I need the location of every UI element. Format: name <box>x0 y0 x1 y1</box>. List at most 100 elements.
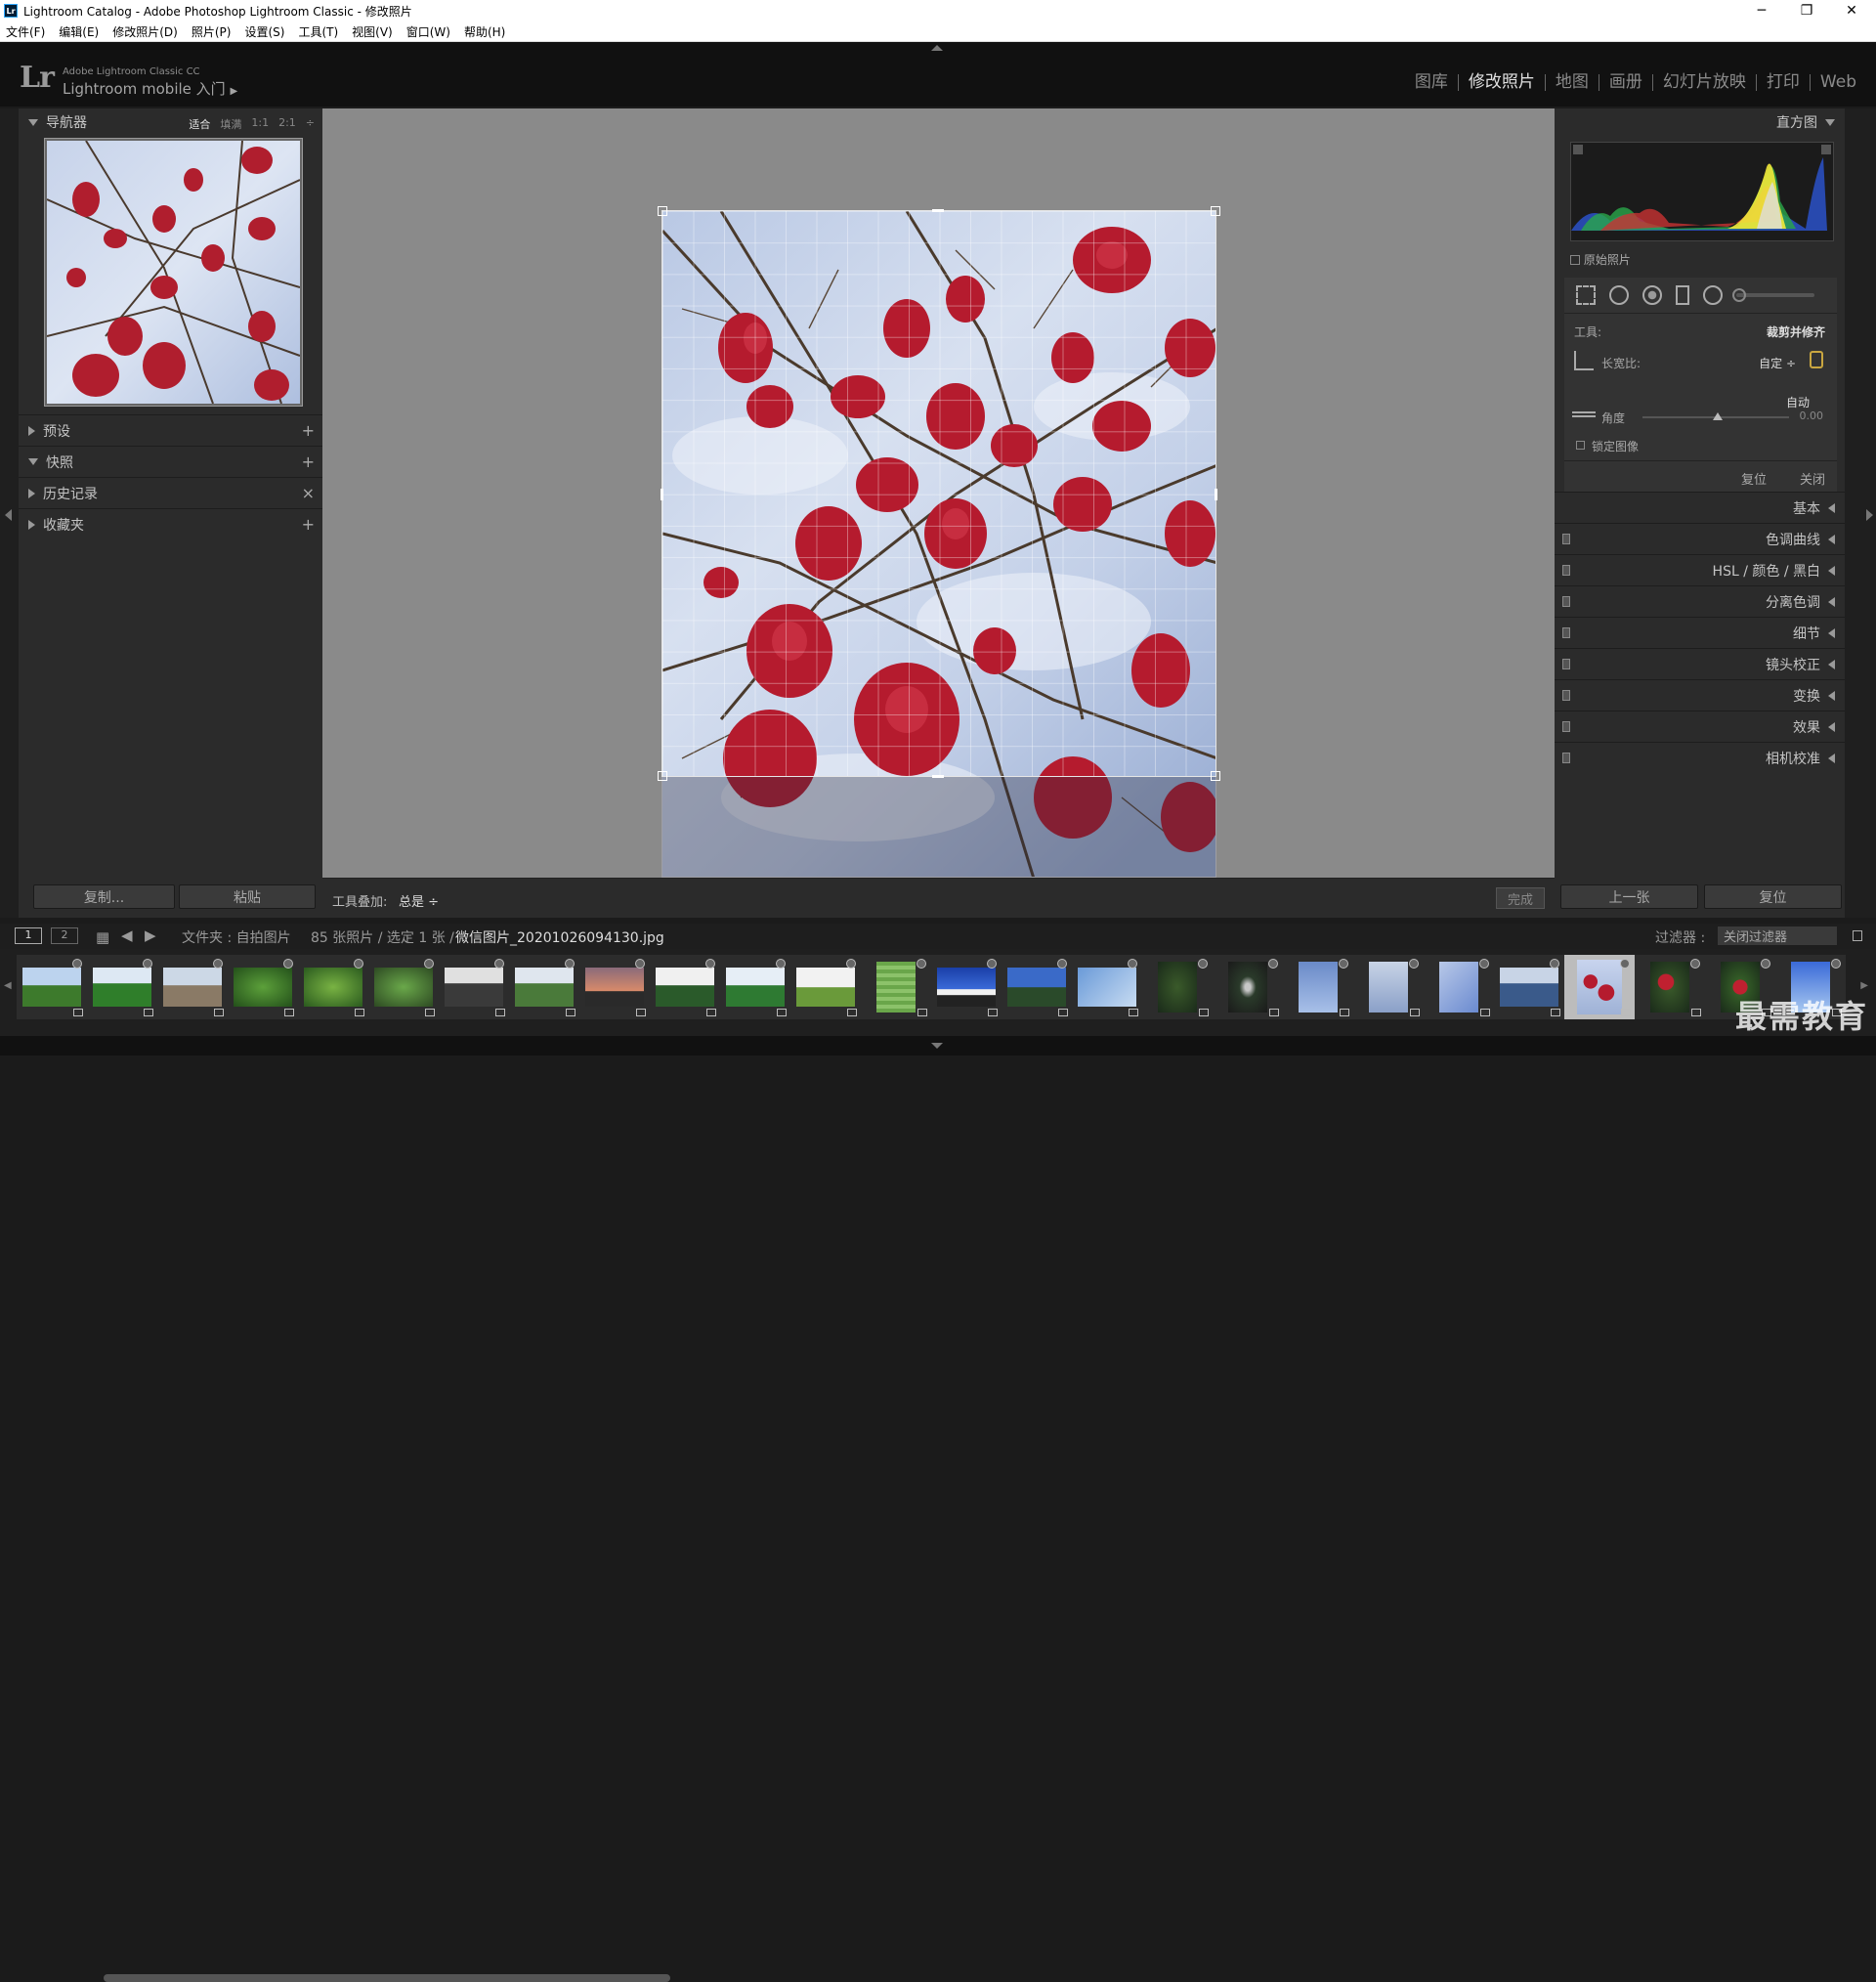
menu-file[interactable]: 文件(F) <box>6 23 45 40</box>
aspect-select[interactable]: 自定 ÷ <box>1759 355 1796 371</box>
close-window-button[interactable]: ✕ <box>1829 0 1874 22</box>
filmstrip-thumbnail[interactable] <box>1494 955 1564 1019</box>
angle-slider[interactable] <box>1642 412 1789 420</box>
camera-calibration-section[interactable]: 相机校准 <box>1555 742 1845 773</box>
module-print[interactable]: 打印 <box>1757 74 1811 91</box>
filmstrip-thumbnail[interactable] <box>439 955 509 1019</box>
menu-develop[interactable]: 修改照片(D) <box>112 23 178 40</box>
auto-button[interactable]: 自动 <box>1786 394 1810 410</box>
tool-overlay-select[interactable]: 总是 ÷ <box>399 891 439 910</box>
module-web[interactable]: Web <box>1811 74 1866 91</box>
add-snapshot-icon[interactable]: + <box>302 452 315 471</box>
panel-toggle-switch[interactable] <box>1562 659 1570 669</box>
back-arrow-icon[interactable]: ◀ <box>121 926 133 944</box>
filmstrip-thumbnail[interactable] <box>1072 955 1142 1019</box>
menu-view[interactable]: 视图(V) <box>352 23 393 40</box>
spot-removal-tool-icon[interactable] <box>1609 285 1629 305</box>
zoom-fit[interactable]: 适合 <box>189 116 210 132</box>
module-library[interactable]: 图库 <box>1405 74 1459 91</box>
history-section[interactable]: 历史记录 × <box>19 477 322 508</box>
filmstrip-thumbnail[interactable] <box>650 955 720 1019</box>
tone-curve-section[interactable]: 色调曲线 <box>1555 523 1845 554</box>
crop-reset-button[interactable]: 复位 <box>1741 469 1767 488</box>
filmstrip-left-arrow[interactable]: ◀ <box>4 980 12 991</box>
graduated-filter-tool-icon[interactable] <box>1676 285 1689 305</box>
menu-edit[interactable]: 编辑(E) <box>59 23 99 40</box>
filmstrip-scrollbar[interactable] <box>104 1974 670 1982</box>
crop-handle-left[interactable] <box>661 489 663 500</box>
zoom-fill[interactable]: 填满 <box>220 116 241 132</box>
bottom-panel-toggle[interactable] <box>0 1036 1876 1056</box>
crop-handle-bottom-right[interactable] <box>1211 771 1220 781</box>
panel-toggle-switch[interactable] <box>1562 565 1570 576</box>
folder-path[interactable]: 文件夹 : 自拍图片 <box>182 927 291 947</box>
radial-filter-tool-icon[interactable] <box>1703 285 1723 305</box>
navigator-header[interactable]: 导航器 适合 填满 1:1 2:1 ÷ <box>19 110 322 134</box>
filter-select[interactable]: 关闭过滤器 <box>1718 926 1837 945</box>
panel-toggle-switch[interactable] <box>1562 627 1570 638</box>
snapshots-section[interactable]: 快照 + <box>19 446 322 477</box>
add-collection-icon[interactable]: + <box>302 515 315 534</box>
red-eye-tool-icon[interactable] <box>1642 285 1662 305</box>
filmstrip-thumbnail[interactable] <box>790 955 861 1019</box>
collections-section[interactable]: 收藏夹 + <box>19 508 322 539</box>
crop-handle-top-left[interactable] <box>658 206 667 216</box>
module-develop[interactable]: 修改照片 <box>1459 74 1546 91</box>
presets-section[interactable]: 预设 + <box>19 414 322 446</box>
collapse-top-panel-icon[interactable] <box>931 45 943 51</box>
maximize-button[interactable]: ❐ <box>1784 0 1829 22</box>
effects-section[interactable]: 效果 <box>1555 711 1845 742</box>
filmstrip-thumbnail[interactable] <box>1353 955 1424 1019</box>
zoom-2-1[interactable]: 2:1 <box>278 116 296 132</box>
filmstrip-thumbnail[interactable] <box>579 955 650 1019</box>
filter-lock-icon[interactable] <box>1853 930 1862 941</box>
filmstrip-thumbnail[interactable] <box>17 955 87 1019</box>
angle-value[interactable]: 0.00 <box>1800 409 1824 422</box>
copy-settings-button[interactable]: 复制... <box>33 884 175 909</box>
crop-handle-bottom-left[interactable] <box>658 771 667 781</box>
lens-corrections-section[interactable]: 镜头校正 <box>1555 648 1845 679</box>
crop-frame[interactable] <box>658 206 1220 781</box>
crop-handle-bottom[interactable] <box>932 775 944 778</box>
original-photo-checkbox[interactable] <box>1570 254 1580 265</box>
crop-handle-right[interactable] <box>1215 489 1217 500</box>
secondary-window-button[interactable]: 2 <box>51 927 78 944</box>
transform-section[interactable]: 变换 <box>1555 679 1845 711</box>
image-canvas[interactable] <box>322 108 1555 878</box>
detail-section[interactable]: 细节 <box>1555 617 1845 648</box>
add-preset-icon[interactable]: + <box>302 421 315 440</box>
paste-settings-button[interactable]: 粘贴 <box>179 884 316 909</box>
panel-toggle-switch[interactable] <box>1562 690 1570 701</box>
adjustment-brush-slider[interactable] <box>1732 288 1814 302</box>
filmstrip-thumbnail[interactable] <box>1002 955 1072 1019</box>
zoom-1-1[interactable]: 1:1 <box>251 116 269 132</box>
basic-section[interactable]: 基本 <box>1555 492 1845 523</box>
module-slideshow[interactable]: 幻灯片放映 <box>1653 74 1757 91</box>
navigator-preview[interactable] <box>44 138 303 407</box>
clear-history-icon[interactable]: × <box>302 484 315 502</box>
filmstrip-thumbnail[interactable] <box>1283 955 1353 1019</box>
menu-help[interactable]: 帮助(H) <box>464 23 505 40</box>
filmstrip-thumbnail[interactable] <box>1142 955 1213 1019</box>
filmstrip-thumbnail[interactable] <box>298 955 368 1019</box>
filmstrip-thumbnail[interactable] <box>509 955 579 1019</box>
aspect-lock-icon[interactable] <box>1810 351 1823 368</box>
filmstrip-thumbnail[interactable] <box>157 955 228 1019</box>
hsl-section[interactable]: HSL / 颜色 / 黑白 <box>1555 554 1845 585</box>
histogram-header[interactable]: 直方图 <box>1555 110 1845 134</box>
previous-button[interactable]: 上一张 <box>1560 884 1698 909</box>
left-panel-toggle[interactable] <box>0 108 19 918</box>
panel-toggle-switch[interactable] <box>1562 534 1570 544</box>
menu-photo[interactable]: 照片(P) <box>192 23 232 40</box>
lock-image-checkbox[interactable] <box>1576 441 1585 450</box>
crop-handle-top-right[interactable] <box>1211 206 1220 216</box>
minimize-button[interactable]: ─ <box>1739 0 1784 22</box>
mobile-link[interactable]: Lightroom mobile 入门 ▶ <box>63 78 237 99</box>
selected-filename[interactable]: 微信图片_20201026094130.jpg <box>455 927 664 947</box>
filmstrip-right-arrow[interactable]: ▶ <box>1860 980 1868 991</box>
menu-window[interactable]: 窗口(W) <box>406 23 450 40</box>
filmstrip-thumbnail[interactable] <box>368 955 439 1019</box>
menu-settings[interactable]: 设置(S) <box>244 23 284 40</box>
crop-icon[interactable] <box>1574 351 1594 370</box>
split-toning-section[interactable]: 分离色调 <box>1555 585 1845 617</box>
